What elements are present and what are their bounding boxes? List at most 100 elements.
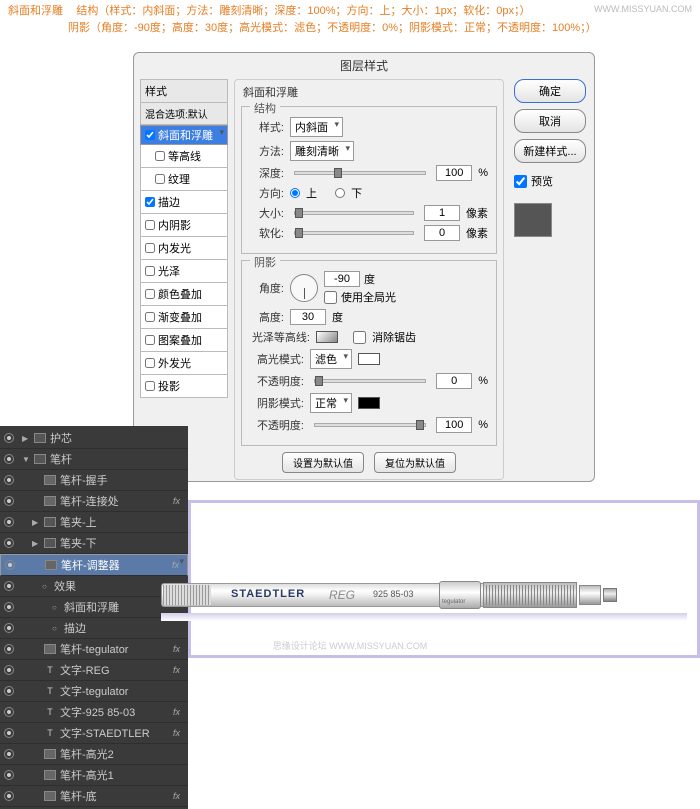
fold-icon[interactable]: ▶ — [22, 434, 30, 443]
style-checkbox[interactable] — [145, 266, 155, 276]
layer-row-9[interactable]: ○描边 — [0, 618, 188, 639]
layer-row-15[interactable]: 笔杆-高光2 — [0, 744, 188, 765]
new-style-button[interactable]: 新建样式... — [514, 139, 586, 163]
style-item-0[interactable]: 斜面和浮雕 — [140, 125, 228, 145]
layer-row-4[interactable]: ▶笔夹-上 — [0, 512, 188, 533]
visibility-icon[interactable] — [4, 602, 14, 612]
ok-button[interactable]: 确定 — [514, 79, 586, 103]
layer-row-11[interactable]: T文字-REGfx — [0, 660, 188, 681]
highlight-color[interactable] — [358, 353, 380, 365]
fold-icon[interactable]: ▶ — [32, 539, 40, 548]
fold-icon[interactable]: ▼ — [22, 455, 30, 464]
layer-row-16[interactable]: 笔杆-高光1 — [0, 765, 188, 786]
visibility-icon[interactable] — [5, 560, 15, 570]
fx-badge[interactable]: fx — [173, 644, 184, 654]
global-light-checkbox[interactable] — [324, 291, 337, 304]
shadow-color[interactable] — [358, 397, 380, 409]
visibility-icon[interactable] — [4, 433, 14, 443]
visibility-icon[interactable] — [4, 644, 14, 654]
size-input[interactable]: 1 — [424, 205, 460, 221]
visibility-icon[interactable] — [4, 791, 14, 801]
soften-slider[interactable] — [294, 231, 414, 235]
shadow-opacity-input[interactable]: 100 — [436, 417, 472, 433]
cancel-button[interactable]: 取消 — [514, 109, 586, 133]
gloss-contour[interactable] — [316, 331, 338, 343]
layer-row-13[interactable]: T文字-925 85-03fx — [0, 702, 188, 723]
visibility-icon[interactable] — [4, 496, 14, 506]
style-select[interactable]: 内斜面 — [290, 117, 343, 137]
visibility-icon[interactable] — [4, 770, 14, 780]
soften-input[interactable]: 0 — [424, 225, 460, 241]
layer-row-10[interactable]: 笔杆-tegulatorfx — [0, 639, 188, 660]
fx-badge[interactable]: fx — [173, 791, 184, 801]
layer-row-6[interactable]: 笔杆-调整器fx — [0, 554, 188, 576]
style-item-6[interactable]: 光泽 — [140, 260, 228, 283]
layer-row-1[interactable]: ▼笔杆 — [0, 449, 188, 470]
visibility-icon[interactable] — [4, 707, 14, 717]
style-checkbox[interactable] — [145, 130, 155, 140]
style-checkbox[interactable] — [155, 151, 165, 161]
fx-badge[interactable]: fx — [173, 665, 184, 675]
layer-row-2[interactable]: 笔杆-握手 — [0, 470, 188, 491]
shadow-mode-select[interactable]: 正常 — [310, 393, 352, 413]
layer-row-14[interactable]: T文字-STAEDTLERfx — [0, 723, 188, 744]
style-item-8[interactable]: 渐变叠加 — [140, 306, 228, 329]
altitude-input[interactable]: 30 — [290, 309, 326, 325]
visibility-icon[interactable] — [4, 686, 14, 696]
fx-badge[interactable]: fx — [173, 496, 184, 506]
preview-checkbox[interactable] — [514, 175, 527, 188]
style-item-3[interactable]: 描边 — [140, 191, 228, 214]
direction-up-radio[interactable] — [290, 188, 300, 198]
layer-row-5[interactable]: ▶笔夹-下 — [0, 533, 188, 554]
style-checkbox[interactable] — [145, 312, 155, 322]
set-default-button[interactable]: 设置为默认值 — [282, 452, 364, 473]
direction-down-radio[interactable] — [335, 188, 345, 198]
visibility-icon[interactable] — [4, 581, 14, 591]
fold-icon[interactable]: ○ — [52, 603, 60, 612]
reset-default-button[interactable]: 复位为默认值 — [374, 452, 456, 473]
style-item-7[interactable]: 颜色叠加 — [140, 283, 228, 306]
method-select[interactable]: 雕刻清晰 — [290, 141, 354, 161]
visibility-icon[interactable] — [4, 538, 14, 548]
visibility-icon[interactable] — [4, 623, 14, 633]
size-slider[interactable] — [294, 211, 414, 215]
style-item-11[interactable]: 投影 — [140, 375, 228, 398]
style-checkbox[interactable] — [145, 335, 155, 345]
layer-row-0[interactable]: ▶护芯 — [0, 428, 188, 449]
style-checkbox[interactable] — [145, 358, 155, 368]
highlight-mode-select[interactable]: 滤色 — [310, 349, 352, 369]
shadow-opacity-slider[interactable] — [314, 423, 426, 427]
blend-options-row[interactable]: 混合选项:默认 — [140, 103, 228, 125]
angle-wheel[interactable] — [290, 274, 318, 302]
layer-row-3[interactable]: 笔杆-连接处fx — [0, 491, 188, 512]
layer-row-7[interactable]: ○效果 — [0, 576, 188, 597]
style-item-5[interactable]: 内发光 — [140, 237, 228, 260]
fx-badge[interactable]: fx — [173, 728, 184, 738]
visibility-icon[interactable] — [4, 665, 14, 675]
fx-badge[interactable]: fx — [172, 560, 183, 570]
style-item-1[interactable]: 等高线 — [140, 145, 228, 168]
angle-input[interactable]: -90 — [324, 271, 360, 287]
layer-row-17[interactable]: 笔杆-底fx — [0, 786, 188, 807]
layer-row-12[interactable]: T文字-tegulator — [0, 681, 188, 702]
fold-icon[interactable]: ▶ — [32, 518, 40, 527]
visibility-icon[interactable] — [4, 728, 14, 738]
fold-icon[interactable]: ○ — [52, 624, 60, 633]
visibility-icon[interactable] — [4, 517, 14, 527]
depth-input[interactable]: 100 — [436, 165, 472, 181]
fold-icon[interactable]: ○ — [42, 582, 50, 591]
style-checkbox[interactable] — [145, 243, 155, 253]
highlight-opacity-slider[interactable] — [314, 379, 426, 383]
highlight-opacity-input[interactable]: 0 — [436, 373, 472, 389]
style-checkbox[interactable] — [145, 381, 155, 391]
fx-badge[interactable]: fx — [173, 707, 184, 717]
style-checkbox[interactable] — [155, 174, 165, 184]
style-item-2[interactable]: 纹理 — [140, 168, 228, 191]
visibility-icon[interactable] — [4, 749, 14, 759]
style-item-4[interactable]: 内阴影 — [140, 214, 228, 237]
style-checkbox[interactable] — [145, 220, 155, 230]
visibility-icon[interactable] — [4, 454, 14, 464]
depth-slider[interactable] — [294, 171, 426, 175]
antialias-checkbox[interactable] — [353, 331, 366, 344]
style-checkbox[interactable] — [145, 289, 155, 299]
